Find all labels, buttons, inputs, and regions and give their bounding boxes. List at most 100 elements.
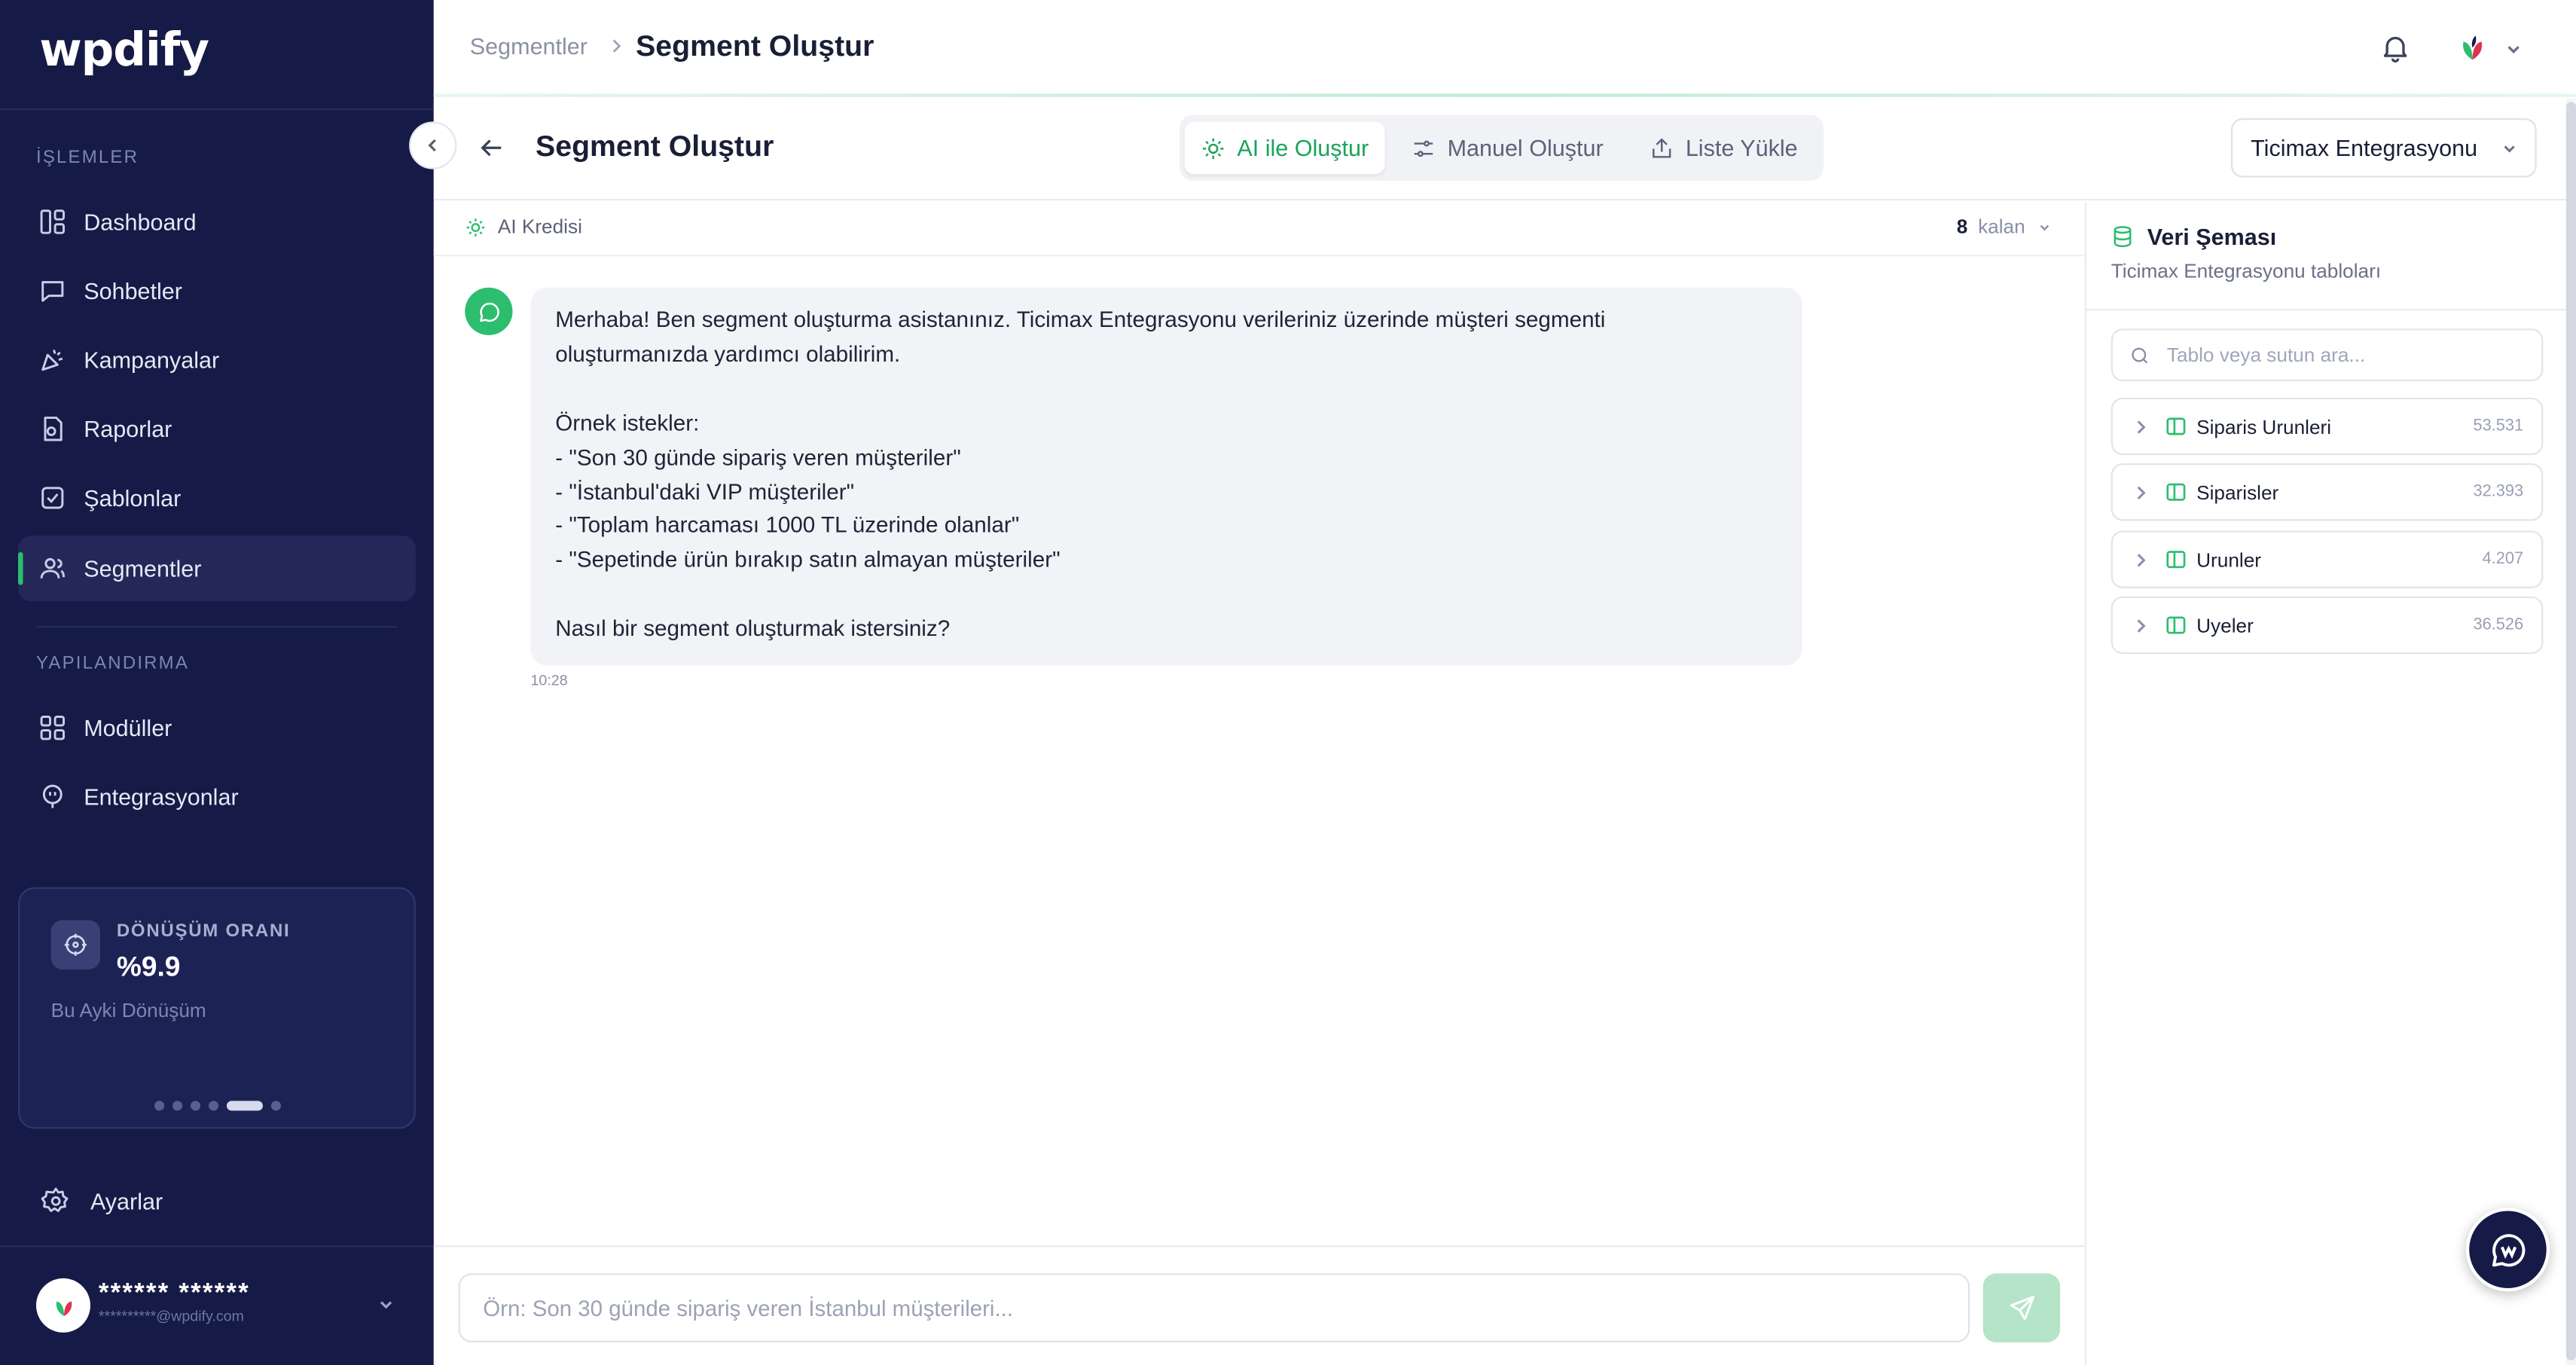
schema-search-input[interactable]: Tablo veya sutun ara...: [2111, 328, 2544, 382]
message-line: Merhaba! Ben segment oluşturma asistanın…: [555, 307, 1606, 332]
message-timestamp: 10:28: [530, 672, 568, 689]
integration-select[interactable]: Ticimax Entegrasyonu: [2230, 118, 2537, 178]
chat-input[interactable]: Örn: Son 30 günde sipariş veren İstanbul…: [458, 1273, 1970, 1342]
ai-credit-count: 8: [1956, 215, 1968, 239]
schema-table-row[interactable]: Uyeler 36.526: [2111, 596, 2544, 655]
top-bar: Segmentler Segment Oluştur: [433, 0, 2576, 97]
carousel-dot[interactable]: [172, 1101, 183, 1111]
user-avatar[interactable]: [35, 1278, 90, 1333]
scrollbar-thumb[interactable]: [2565, 102, 2576, 1360]
divider: [0, 108, 434, 111]
sidebar: wpdify İŞLEMLER Dashboard Sohbetler Kamp…: [0, 0, 434, 1365]
send-icon: [2009, 1295, 2034, 1321]
message-line: Örnek istekler:: [555, 410, 700, 435]
chevron-right-icon: [2132, 484, 2149, 501]
message-line: [555, 373, 1778, 408]
user-email: **********@wpdify.com: [98, 1308, 244, 1324]
carousel-dot[interactable]: [154, 1101, 165, 1111]
sidebar-item-dashboard[interactable]: Dashboard: [18, 189, 416, 255]
ai-credit-bar: AI Kredisi 8 kalan: [433, 202, 2085, 257]
chevron-right-icon: [608, 38, 624, 54]
sidebar-item-sohbetler[interactable]: Sohbetler: [18, 258, 416, 323]
sidebar-item-sablonlar[interactable]: Şablonlar: [18, 465, 416, 530]
chat-bubble-icon: [479, 301, 499, 322]
sidebar-collapse-button[interactable]: [409, 121, 457, 169]
integration-select-value: Ticimax Entegrasyonu: [2251, 134, 2478, 161]
table-row-count: 32.393: [2473, 483, 2524, 502]
sidebar-item-label: Kampanyalar: [84, 347, 220, 374]
message-line: - "Sepetinde ürün bırakıp satın almayan …: [555, 548, 1061, 573]
sidebar-item-moduller[interactable]: Modüller: [18, 695, 416, 761]
breadcrumb-parent[interactable]: Segmentler: [470, 33, 588, 60]
stats-subtitle: Bu Ayki Dönüşüm: [50, 999, 206, 1022]
tab-manual-create[interactable]: Manuel Oluştur: [1395, 121, 1620, 174]
assistant-message: Merhaba! Ben segment oluşturma asistanın…: [530, 287, 1802, 666]
table-icon: [2165, 548, 2187, 570]
chevron-down-icon[interactable]: [2504, 39, 2523, 59]
ai-credit-suffix: kalan: [1978, 215, 2025, 239]
support-chat-button[interactable]: [2465, 1208, 2550, 1292]
template-icon: [38, 483, 67, 512]
carousel-dot[interactable]: [191, 1101, 201, 1111]
account-avatar[interactable]: [2455, 29, 2491, 66]
page-header: Segment Oluştur AI ile Oluştur Manuel Ol…: [433, 98, 2570, 201]
megaphone-icon: [38, 345, 67, 374]
sliders-icon: [1412, 136, 1436, 160]
schema-subtitle: Ticimax Entegrasyonu tabloları: [2111, 259, 2382, 283]
chevron-down-icon[interactable]: [2037, 220, 2053, 235]
carousel-dot[interactable]: [209, 1101, 219, 1111]
data-schema-panel: Veri Şeması Ticimax Entegrasyonu tablola…: [2086, 202, 2566, 1365]
chevron-right-icon: [2132, 552, 2149, 569]
sidebar-item-label: Şablonlar: [84, 484, 182, 511]
sidebar-item-label: Modüller: [84, 714, 172, 741]
sidebar-item-label: Sohbetler: [84, 277, 182, 304]
message-line: - "Toplam harcaması 1000 TL üzerinde ola…: [555, 513, 1020, 539]
user-name: ****** ******: [98, 1280, 250, 1309]
tab-list-upload[interactable]: Liste Yükle: [1633, 121, 1814, 174]
message-line: Nasıl bir segment oluşturmak istersiniz?: [555, 616, 951, 641]
sparkle-icon: [465, 217, 486, 238]
sidebar-item-label: Raporlar: [84, 415, 172, 442]
table-name: Urunler: [2196, 548, 2262, 573]
chat-icon: [38, 276, 67, 305]
back-arrow-icon[interactable]: [477, 133, 506, 163]
divider: [0, 1245, 434, 1247]
chat-input-placeholder: Örn: Son 30 günde sipariş veren İstanbul…: [483, 1295, 1014, 1321]
schema-title: Veri Şeması: [2147, 223, 2277, 250]
sidebar-item-label: Entegrasyonlar: [84, 783, 239, 811]
sidebar-item-entegrasyonlar[interactable]: Entegrasyonlar: [18, 764, 416, 829]
message-line: [555, 579, 1778, 613]
schema-table-row[interactable]: Siparis Urunleri 53.531: [2111, 397, 2544, 456]
upload-icon: [1650, 136, 1674, 160]
carousel-dot[interactable]: [270, 1101, 281, 1111]
chevron-right-icon: [2132, 618, 2149, 634]
database-icon: [2111, 225, 2135, 249]
sidebar-item-kampanyalar[interactable]: Kampanyalar: [18, 327, 416, 392]
progress-accent: [433, 93, 2576, 97]
tab-ai-create[interactable]: AI ile Oluştur: [1184, 121, 1385, 175]
users-icon: [38, 554, 67, 583]
schema-search-placeholder: Tablo veya sutun ara...: [2166, 343, 2366, 367]
carousel-dot-active[interactable]: [226, 1101, 263, 1111]
sparkle-icon: [1201, 136, 1225, 160]
bell-icon[interactable]: [2379, 31, 2412, 64]
chevron-right-icon: [2132, 419, 2149, 435]
chevron-down-icon[interactable]: [376, 1295, 395, 1315]
send-button[interactable]: [1982, 1273, 2061, 1342]
sidebar-item-raporlar[interactable]: Raporlar: [18, 396, 416, 462]
grid-icon: [38, 713, 67, 743]
table-icon: [2165, 481, 2187, 502]
schema-table-row[interactable]: Siparisler 32.393: [2111, 463, 2544, 521]
conversion-stats-card: DÖNÜŞÜM ORANI %9.9 Bu Ayki Dönüşüm: [17, 887, 416, 1129]
page-scrollbar[interactable]: [2565, 98, 2576, 1365]
dashboard-icon: [38, 207, 67, 237]
table-row-count: 53.531: [2473, 417, 2524, 435]
plug-icon: [38, 782, 67, 811]
chevron-down-icon: [2501, 139, 2519, 157]
schema-table-row[interactable]: Urunler 4.207: [2111, 530, 2544, 588]
sidebar-item-segmentler[interactable]: Segmentler: [17, 536, 416, 602]
sidebar-item-label: Segmentler: [84, 555, 202, 582]
tab-label: AI ile Oluştur: [1237, 134, 1369, 161]
brand-logo[interactable]: wpdify: [39, 23, 209, 78]
settings-link[interactable]: Ayarlar: [41, 1186, 163, 1216]
